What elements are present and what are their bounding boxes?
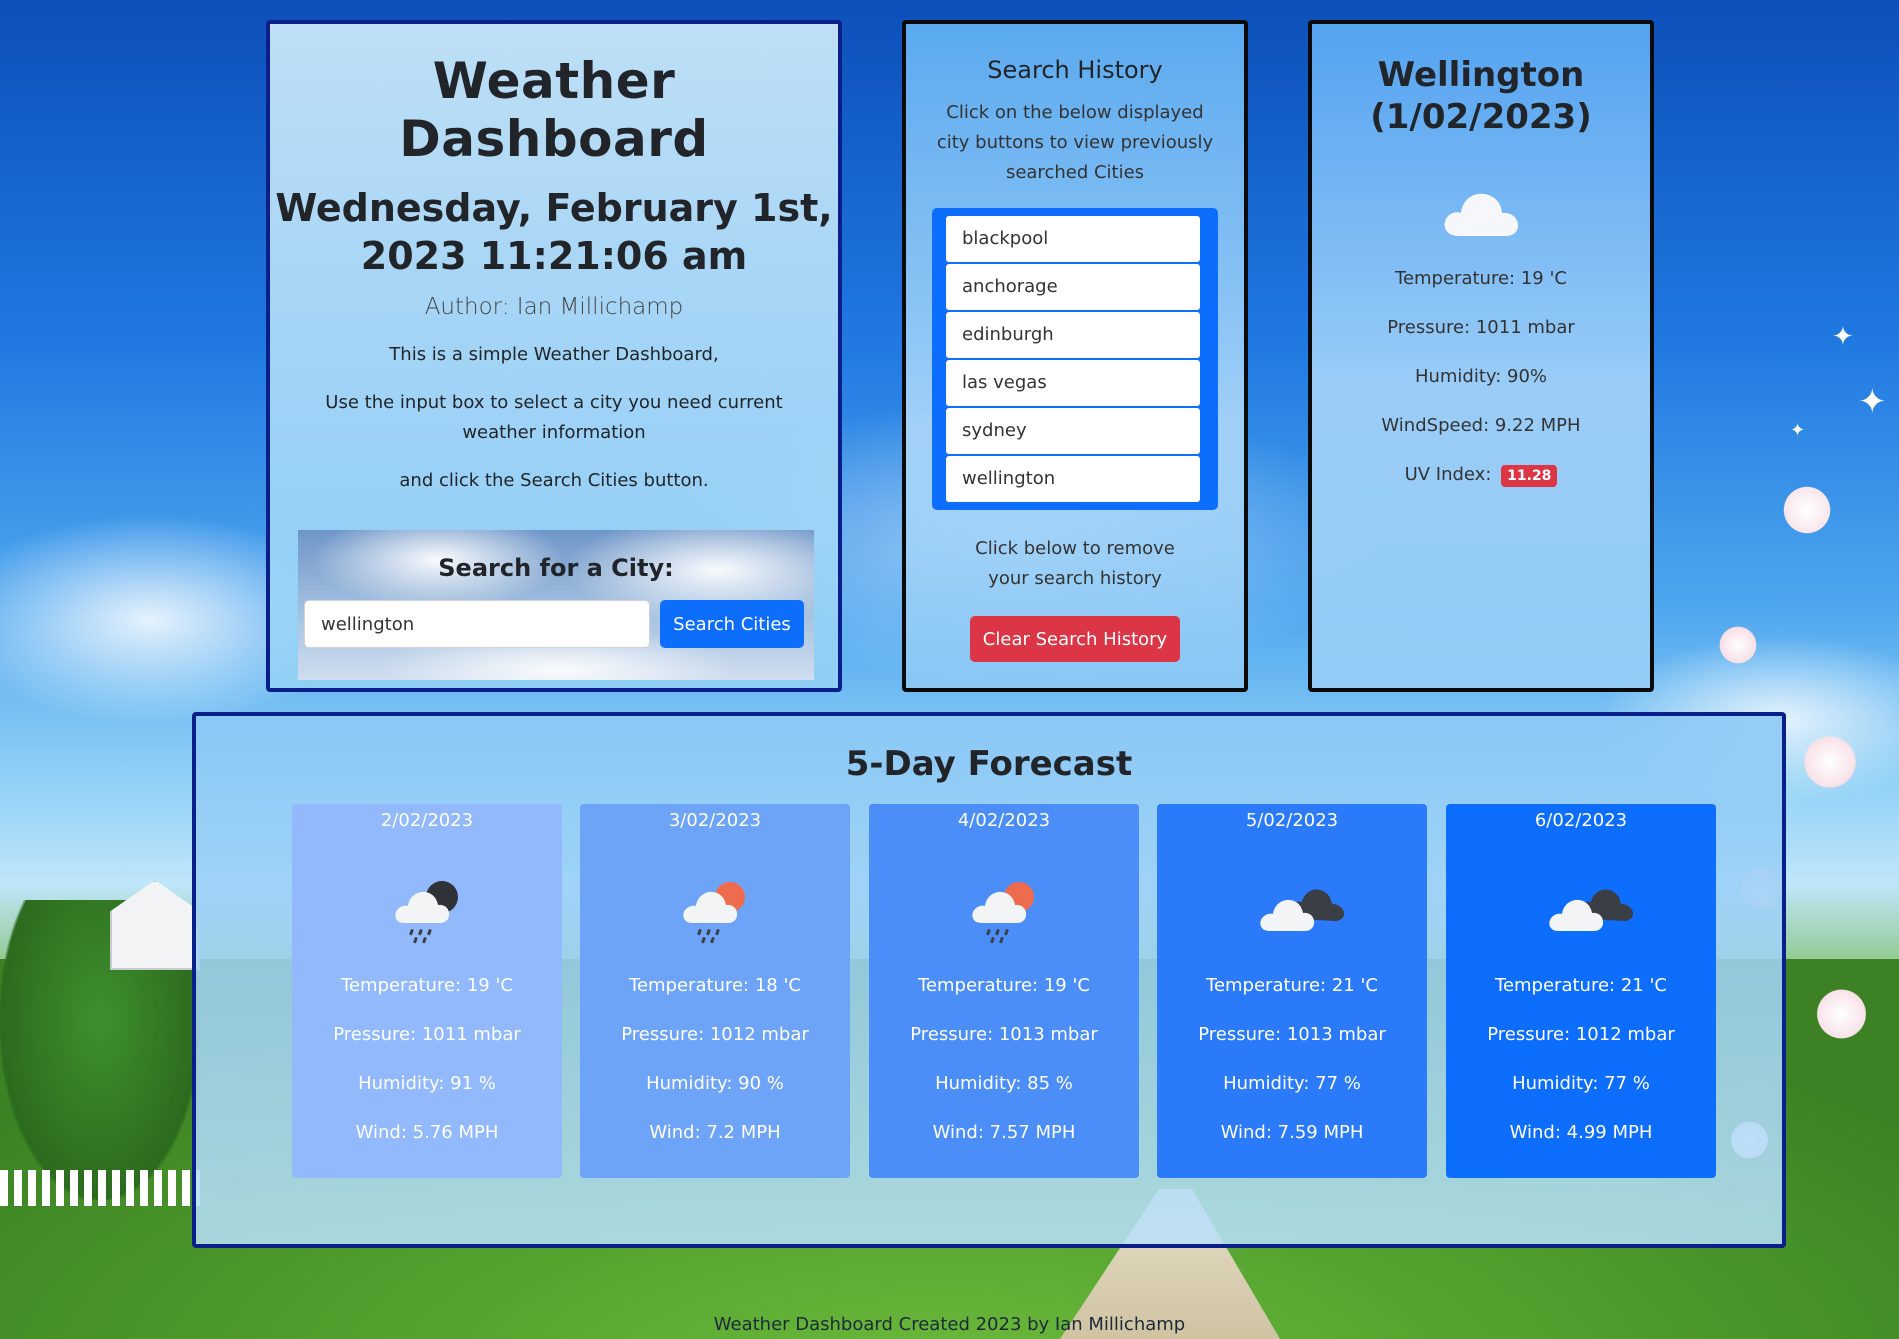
forecast-wind: Wind: 7.2 MPH <box>649 1122 781 1143</box>
background-house <box>110 880 200 970</box>
forecast-title: 5-Day Forecast <box>845 744 1133 784</box>
background-fence <box>0 1170 200 1206</box>
forecast-temperature: Temperature: 18 'C <box>629 975 801 996</box>
sparkle-icon: ✦ <box>1858 382 1887 422</box>
forecast-pressure: Pressure: 1011 mbar <box>333 1024 521 1045</box>
search-title: Search for a City: <box>438 554 674 582</box>
uv-index-badge: 11.28 <box>1501 465 1558 487</box>
description-line: and click the Search Cities button. <box>399 470 709 491</box>
history-city-list: blackpool anchorage edinburgh las vegas … <box>932 208 1218 510</box>
forecast-temperature: Temperature: 21 'C <box>1495 975 1667 996</box>
current-humidity: Humidity: 90% <box>1414 366 1548 387</box>
sparkle-icon: ✦ <box>1790 420 1806 441</box>
forecast-humidity: Humidity: 90 % <box>646 1073 784 1094</box>
dashboard-intro-card: Weather Dashboard Wednesday, February 1s… <box>266 20 842 692</box>
current-pressure: Pressure: 1011 mbar <box>1387 317 1575 338</box>
forecast-day-card: 5/02/2023 Temperature: 21 'C Pressure: 1… <box>1157 804 1427 1178</box>
history-city-button[interactable]: wellington <box>946 456 1200 502</box>
forecast-date: 4/02/2023 <box>957 810 1051 831</box>
forecast-day-card: 6/02/2023 Temperature: 21 'C Pressure: 1… <box>1446 804 1716 1178</box>
broken-clouds-icon <box>1546 879 1634 945</box>
forecast-row: 2/02/2023 Temperature: 19 'C Pressure: 1… <box>292 804 1716 1178</box>
current-windspeed: WindSpeed: 9.22 MPH <box>1381 415 1581 436</box>
forecast-day-card: 4/02/2023 Temperature: 19 'C Pressure: 1… <box>869 804 1139 1178</box>
forecast-wind: Wind: 7.59 MPH <box>1220 1122 1364 1143</box>
forecast-humidity: Humidity: 77 % <box>1223 1073 1361 1094</box>
forecast-wind: Wind: 7.57 MPH <box>932 1122 1076 1143</box>
description-line: This is a simple Weather Dashboard, <box>389 344 719 365</box>
rain-night-icon <box>392 879 462 945</box>
rain-sun-icon <box>969 879 1039 945</box>
forecast-humidity: Humidity: 85 % <box>935 1073 1073 1094</box>
current-date: (1/02/2023) <box>1370 97 1592 137</box>
forecast-wind: Wind: 5.76 MPH <box>355 1122 499 1143</box>
sparkle-icon: ✦ <box>1832 322 1854 352</box>
history-title: Search History <box>987 56 1163 84</box>
forecast-date: 3/02/2023 <box>668 810 762 831</box>
current-weather-card: Wellington (1/02/2023) Temperature: 19 '… <box>1308 20 1654 692</box>
forecast-section: 5-Day Forecast 2/02/2023 Temperature: 19… <box>192 712 1786 1248</box>
history-city-button[interactable]: anchorage <box>946 264 1200 310</box>
forecast-humidity: Humidity: 91 % <box>358 1073 496 1094</box>
forecast-humidity: Humidity: 77 % <box>1512 1073 1650 1094</box>
history-city-button[interactable]: edinburgh <box>946 312 1200 358</box>
forecast-wind: Wind: 4.99 MPH <box>1509 1122 1653 1143</box>
history-city-button[interactable]: blackpool <box>946 216 1200 262</box>
search-cities-button[interactable]: Search Cities <box>660 600 804 648</box>
history-remove-text: Click below to remove your search histor… <box>975 538 1175 589</box>
forecast-day-card: 3/02/2023 Temperature: 18 'C Pressure: 1… <box>580 804 850 1178</box>
forecast-pressure: Pressure: 1013 mbar <box>1198 1024 1386 1045</box>
forecast-temperature: Temperature: 19 'C <box>918 975 1090 996</box>
history-description: Click on the below displayed city button… <box>936 102 1214 183</box>
page-title: Weather Dashboard <box>399 52 709 168</box>
search-row: Search Cities <box>304 600 810 648</box>
search-history-card: Search History Click on the below displa… <box>902 20 1248 692</box>
description-line: Use the input box to select a city you n… <box>325 392 783 443</box>
forecast-date: 5/02/2023 <box>1245 810 1339 831</box>
current-temperature: Temperature: 19 'C <box>1395 268 1567 289</box>
broken-clouds-icon <box>1257 879 1345 945</box>
forecast-day-card: 2/02/2023 Temperature: 19 'C Pressure: 1… <box>292 804 562 1178</box>
forecast-pressure: Pressure: 1013 mbar <box>910 1024 1098 1045</box>
city-search-input[interactable] <box>304 600 650 648</box>
current-datetime: Wednesday, February 1st, 2023 11:21:06 a… <box>275 186 833 278</box>
page-footer: Weather Dashboard Created 2023 by Ian Mi… <box>713 1314 1186 1335</box>
clear-history-button[interactable]: Clear Search History <box>970 616 1180 662</box>
current-uv-row: UV Index: 11.28 <box>1312 464 1650 487</box>
forecast-date: 2/02/2023 <box>380 810 474 831</box>
forecast-temperature: Temperature: 21 'C <box>1206 975 1378 996</box>
forecast-temperature: Temperature: 19 'C <box>341 975 513 996</box>
history-city-button[interactable]: sydney <box>946 408 1200 454</box>
forecast-date: 6/02/2023 <box>1534 810 1628 831</box>
current-city-name: Wellington <box>1377 55 1585 95</box>
history-city-button[interactable]: las vegas <box>946 360 1200 406</box>
rain-sun-icon <box>680 879 750 945</box>
uv-label: UV Index: <box>1404 464 1492 485</box>
author-text: Author: Ian Millichamp <box>424 294 684 320</box>
forecast-pressure: Pressure: 1012 mbar <box>621 1024 809 1045</box>
city-search-panel: Search for a City: Search Cities <box>298 530 814 680</box>
cloud-icon <box>1440 186 1522 238</box>
forecast-pressure: Pressure: 1012 mbar <box>1487 1024 1675 1045</box>
